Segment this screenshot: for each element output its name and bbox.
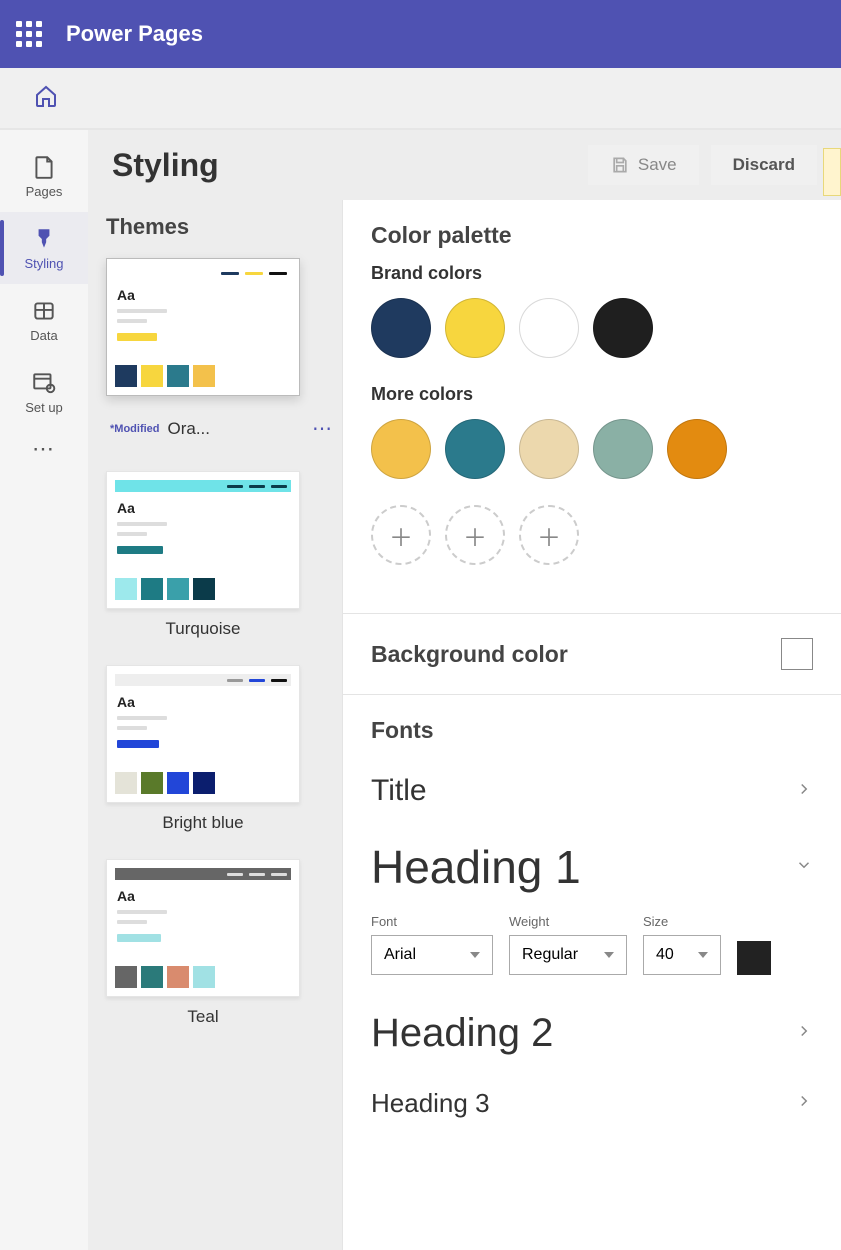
rail-more-icon[interactable]: ⋯ (32, 436, 56, 462)
more-colors-label: More colors (371, 384, 813, 405)
more-color-row (371, 419, 813, 479)
save-button[interactable]: Save (588, 145, 699, 185)
chevron-right-icon (795, 1022, 813, 1045)
font-select[interactable]: Arial (371, 935, 493, 975)
background-color-section[interactable]: Background color (343, 613, 841, 694)
content-area: Styling Save Discard Themes Aa (88, 130, 841, 1250)
font-row-h2[interactable]: Heading 2 (371, 995, 813, 1072)
more-color-swatch[interactable] (667, 419, 727, 479)
theme-name: Teal (106, 1007, 300, 1027)
themes-title: Themes (106, 214, 338, 240)
font-select-label: Font (371, 914, 493, 929)
theme-name: Ora... (168, 419, 305, 439)
nav-rail: Pages Styling Data Set up ⋯ (0, 130, 88, 1250)
top-bar: Power Pages (0, 0, 841, 68)
add-color-row: ＋ ＋ ＋ (371, 505, 813, 565)
weight-select[interactable]: Regular (509, 935, 627, 975)
background-color-swatch[interactable] (781, 638, 813, 670)
theme-preview: Aa (115, 868, 291, 988)
settings-panel: Color palette Brand colors More colors (342, 200, 841, 1250)
notification-tab[interactable] (823, 148, 841, 196)
rail-label: Set up (25, 400, 63, 415)
rail-label: Pages (26, 184, 63, 199)
panels: Themes Aa *Modified (88, 200, 841, 1250)
font-name: Heading 2 (371, 1011, 795, 1056)
theme-meta: *Modified Ora... ⋯ (106, 406, 338, 445)
font-name: Heading 3 (371, 1088, 795, 1119)
theme-name: Bright blue (106, 813, 300, 833)
brand-color-swatch[interactable] (593, 298, 653, 358)
size-select[interactable]: 40 (643, 935, 721, 975)
theme-menu-icon[interactable]: ⋯ (312, 416, 334, 441)
more-color-swatch[interactable] (445, 419, 505, 479)
app-title: Power Pages (66, 21, 203, 47)
fonts-section: Fonts Title Heading 1 Font Arial (343, 694, 841, 1157)
font-row-h1[interactable]: Heading 1 (371, 824, 813, 910)
save-icon (610, 155, 630, 175)
fonts-title: Fonts (371, 717, 813, 744)
rail-item-setup[interactable]: Set up (0, 356, 88, 428)
font-row-title[interactable]: Title (371, 758, 813, 824)
font-name: Heading 1 (371, 840, 795, 894)
add-color-button[interactable]: ＋ (371, 505, 431, 565)
theme-preview: Aa (115, 674, 291, 794)
rail-item-styling[interactable]: Styling (0, 212, 88, 284)
theme-preview: Aa (115, 267, 291, 387)
chevron-right-icon (795, 1092, 813, 1115)
color-palette-section: Color palette Brand colors More colors (343, 200, 841, 613)
weight-select-label: Weight (509, 914, 627, 929)
more-color-swatch[interactable] (519, 419, 579, 479)
themes-panel: Themes Aa *Modified (88, 200, 338, 1250)
more-color-swatch[interactable] (593, 419, 653, 479)
theme-card-turquoise[interactable]: Aa (106, 471, 300, 609)
chevron-down-icon (795, 856, 813, 879)
add-color-button[interactable]: ＋ (519, 505, 579, 565)
main-layout: Pages Styling Data Set up ⋯ Styling Save… (0, 130, 841, 1250)
rail-item-pages[interactable]: Pages (0, 140, 88, 212)
font-name: Title (371, 774, 795, 808)
theme-card-bright-blue[interactable]: Aa (106, 665, 300, 803)
brand-color-row (371, 298, 813, 358)
home-icon[interactable] (34, 84, 58, 113)
more-color-swatch[interactable] (371, 419, 431, 479)
modified-badge: *Modified (110, 423, 160, 435)
theme-name: Turquoise (106, 619, 300, 639)
theme-preview: Aa (115, 480, 291, 600)
brand-color-swatch[interactable] (371, 298, 431, 358)
rail-label: Data (30, 328, 57, 343)
page-header: Styling Save Discard (88, 130, 841, 200)
app-launcher-icon[interactable] (16, 21, 42, 47)
palette-title: Color palette (371, 222, 813, 249)
discard-button[interactable]: Discard (711, 145, 817, 185)
theme-card-teal[interactable]: Aa (106, 859, 300, 997)
font-row-h3[interactable]: Heading 3 (371, 1072, 813, 1135)
add-color-button[interactable]: ＋ (445, 505, 505, 565)
brand-color-swatch[interactable] (519, 298, 579, 358)
size-select-label: Size (643, 914, 721, 929)
rail-label: Styling (24, 256, 63, 271)
breadcrumb (0, 68, 841, 130)
background-color-label: Background color (371, 641, 781, 668)
theme-card-orange[interactable]: Aa (106, 258, 300, 396)
font-controls: Font Arial Weight Regular Size 40 (371, 910, 813, 995)
font-color-swatch[interactable] (737, 941, 771, 975)
rail-item-data[interactable]: Data (0, 284, 88, 356)
brand-color-swatch[interactable] (445, 298, 505, 358)
chevron-right-icon (795, 780, 813, 803)
brand-colors-label: Brand colors (371, 263, 813, 284)
page-title: Styling (112, 147, 576, 184)
